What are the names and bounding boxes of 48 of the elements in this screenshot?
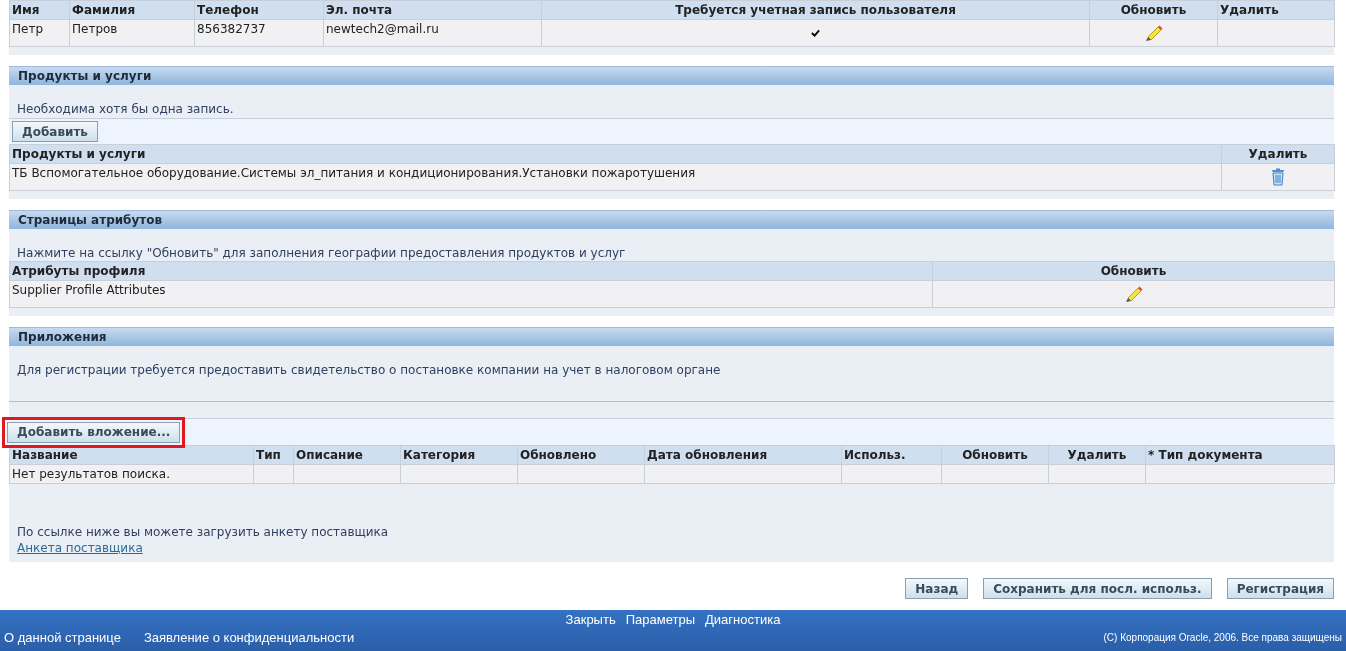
footer-link[interactable]: Диагностика	[705, 611, 781, 628]
table-cell: ТБ Вспомогательное оборудование.Системы эл_питания и кондиционирования.Установки пожаротушения	[9, 163, 1222, 191]
footer-link[interactable]: О данной странице	[4, 628, 121, 648]
column-header: Категория	[400, 445, 518, 465]
column-header: Обновлено	[517, 445, 645, 465]
table-cell: 856382737	[194, 19, 324, 47]
column-header: Телефон	[194, 0, 324, 20]
footer-link[interactable]: Закрыть	[565, 611, 616, 628]
table-cell: Петров	[69, 19, 195, 47]
column-header: Тип	[253, 445, 294, 465]
info-text: По ссылке ниже вы можете загрузить анкету поставщика	[17, 524, 390, 540]
column-header: Обновить	[932, 261, 1335, 281]
section-header: Приложения	[9, 327, 1334, 346]
section-header: Продукты и услуги	[9, 66, 1334, 85]
column-header: Удалить	[1217, 0, 1335, 20]
table-cell: newtech2@mail.ru	[323, 19, 542, 47]
info-text: Для регистрации требуется предоставить свидетельство о постановке компании на учет в налоговом органе	[16, 362, 722, 379]
column-header: Атрибуты профиля	[9, 261, 933, 281]
info-text: Нажмите на ссылку "Обновить" для заполнения географии предоставления продуктов и услуг	[16, 245, 627, 261]
add-attachment-button[interactable]: Добавить вложение...	[7, 421, 181, 443]
info-text: Необходима хотя бы одна запись.	[16, 101, 235, 118]
column-header: * Тип документа	[1145, 445, 1335, 465]
column-header: Фамилия	[69, 0, 195, 20]
column-header: Описание	[293, 445, 401, 465]
column-header: Эл. почта	[323, 0, 542, 20]
pencil-icon[interactable]	[1144, 24, 1163, 43]
column-header: Использ.	[841, 445, 942, 465]
section-header: Страницы атрибутов	[9, 210, 1334, 229]
pencil-icon[interactable]	[1124, 285, 1143, 304]
add-button[interactable]: Добавить	[12, 121, 98, 142]
footer-link[interactable]: Заявление о конфиденциальности	[143, 628, 355, 648]
action-button[interactable]: Назад	[905, 578, 969, 599]
table-cell: Supplier Profile Attributes	[9, 280, 933, 308]
action-button[interactable]: Регистрация	[1226, 578, 1334, 599]
column-header: Имя	[9, 0, 70, 20]
column-header: Обновить	[941, 445, 1049, 465]
column-header: Продукты и услуги	[9, 144, 1222, 164]
copyright-text: (C) Корпорация Oracle, 2006. Все права защищены	[1103, 631, 1342, 645]
action-button[interactable]: Сохранить для посл. использ.	[983, 578, 1212, 599]
footer-link[interactable]: Параметры	[625, 611, 695, 628]
table-cell: Петр	[9, 19, 70, 47]
column-header: Удалить	[1048, 445, 1146, 465]
column-header: Обновить	[1089, 0, 1218, 20]
supplier-form-link[interactable]: Анкета поставщика	[17, 541, 143, 555]
column-header: Требуется учетная запись пользователя	[541, 0, 1090, 20]
trash-icon[interactable]	[1271, 168, 1285, 187]
column-header: Дата обновления	[644, 445, 842, 465]
column-header: Удалить	[1221, 144, 1335, 164]
